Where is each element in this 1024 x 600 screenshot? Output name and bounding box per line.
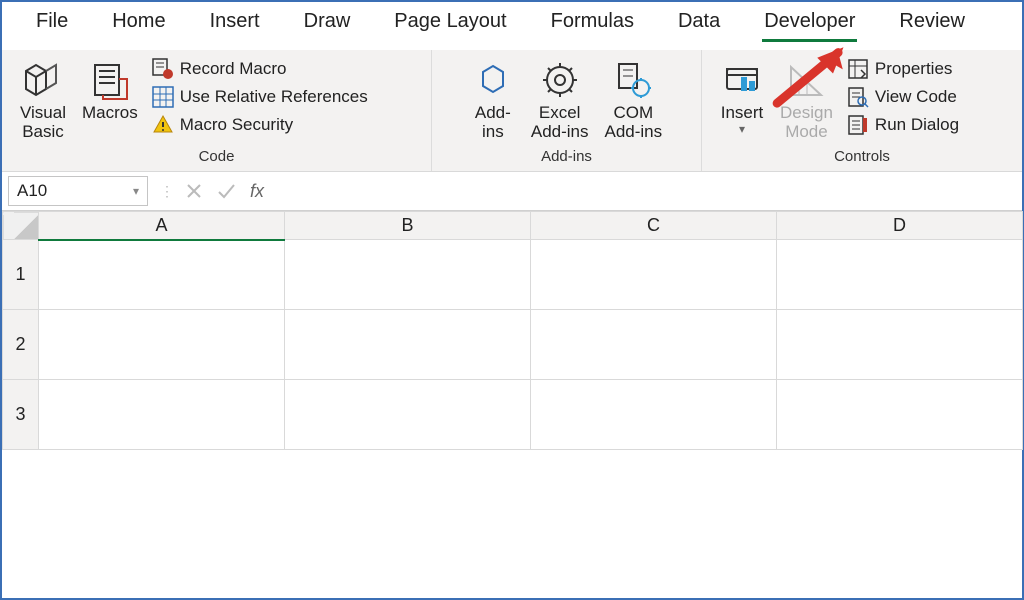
visual-basic-button[interactable]: VisualBasic xyxy=(12,54,74,144)
cell-a1[interactable] xyxy=(39,240,285,310)
visual-basic-label1: Visual xyxy=(20,104,66,123)
cell-b1[interactable] xyxy=(285,240,531,310)
column-header-c[interactable]: C xyxy=(531,212,777,240)
view-code-icon xyxy=(847,86,869,108)
excel-addins-icon xyxy=(538,58,582,102)
formula-bar: A10 ▾ ⋮ fx xyxy=(2,172,1022,211)
run-dialog-icon xyxy=(847,114,869,136)
com-addins-label1: COM xyxy=(605,104,663,123)
cell-b3[interactable] xyxy=(285,380,531,450)
separator-icon: ⋮ xyxy=(160,177,168,205)
ribbon: VisualBasic Macros Record Macro xyxy=(2,50,1022,172)
column-header-d[interactable]: D xyxy=(777,212,1023,240)
group-code: VisualBasic Macros Record Macro xyxy=(2,50,432,171)
addins-icon xyxy=(471,58,515,102)
grid[interactable]: A B C D 1 2 3 xyxy=(2,211,1023,450)
insert-control-button[interactable]: Insert▾ xyxy=(712,54,772,144)
view-code-button[interactable]: View Code xyxy=(847,86,959,108)
record-macro-button[interactable]: Record Macro xyxy=(152,58,368,80)
record-macro-icon xyxy=(152,58,174,80)
macro-security-button[interactable]: Macro Security xyxy=(152,114,368,136)
tab-file[interactable]: File xyxy=(34,10,70,39)
name-box[interactable]: A10 ▾ xyxy=(8,176,148,206)
visual-basic-icon xyxy=(21,58,65,102)
tab-draw[interactable]: Draw xyxy=(302,10,353,39)
run-dialog-button[interactable]: Run Dialog xyxy=(847,114,959,136)
cell-c2[interactable] xyxy=(531,310,777,380)
tab-developer[interactable]: Developer xyxy=(762,10,857,42)
tab-formulas[interactable]: Formulas xyxy=(549,10,636,39)
chevron-down-icon[interactable]: ▾ xyxy=(133,184,139,198)
properties-label: Properties xyxy=(875,59,952,79)
properties-icon xyxy=(847,58,869,80)
relative-references-icon xyxy=(152,86,174,108)
enter-formula-button[interactable] xyxy=(212,177,240,205)
design-mode-label1: Design xyxy=(780,104,833,123)
group-code-label: Code xyxy=(12,144,421,167)
tab-home[interactable]: Home xyxy=(110,10,167,39)
group-addins: Add-ins ExcelAdd-ins COMAdd-ins Add-ins xyxy=(432,50,702,171)
addins-label2: ins xyxy=(475,123,511,142)
group-controls: Insert▾ DesignMode Properties xyxy=(702,50,1022,171)
macro-security-label: Macro Security xyxy=(180,115,293,135)
fx-label[interactable]: fx xyxy=(250,181,264,202)
addins-button[interactable]: Add-ins xyxy=(463,54,523,144)
spreadsheet: A B C D 1 2 3 xyxy=(2,211,1022,450)
cell-a2[interactable] xyxy=(39,310,285,380)
design-mode-icon xyxy=(784,58,828,102)
group-controls-label: Controls xyxy=(712,144,1012,167)
excel-addins-label1: Excel xyxy=(531,104,589,123)
addins-label1: Add- xyxy=(475,104,511,123)
view-code-label: View Code xyxy=(875,87,957,107)
cell-c1[interactable] xyxy=(531,240,777,310)
cell-b2[interactable] xyxy=(285,310,531,380)
com-addins-label2: Add-ins xyxy=(605,123,663,142)
cell-a3[interactable] xyxy=(39,380,285,450)
cell-c3[interactable] xyxy=(531,380,777,450)
column-header-a[interactable]: A xyxy=(39,212,285,240)
ribbon-tabs: File Home Insert Draw Page Layout Formul… xyxy=(2,2,1022,50)
design-mode-button[interactable]: DesignMode xyxy=(772,54,841,144)
column-header-b[interactable]: B xyxy=(285,212,531,240)
com-addins-button[interactable]: COMAdd-ins xyxy=(597,54,671,144)
macros-icon xyxy=(88,58,132,102)
insert-control-label: Insert xyxy=(721,104,764,123)
record-macro-label: Record Macro xyxy=(180,59,287,79)
tab-page-layout[interactable]: Page Layout xyxy=(392,10,508,39)
visual-basic-label2: Basic xyxy=(20,123,66,142)
row-header-2[interactable]: 2 xyxy=(3,310,39,380)
row-header-1[interactable]: 1 xyxy=(3,240,39,310)
excel-addins-button[interactable]: ExcelAdd-ins xyxy=(523,54,597,144)
com-addins-icon xyxy=(611,58,655,102)
name-box-value: A10 xyxy=(17,181,47,201)
tab-insert[interactable]: Insert xyxy=(208,10,262,39)
chevron-down-icon: ▾ xyxy=(721,123,764,136)
row-header-3[interactable]: 3 xyxy=(3,380,39,450)
properties-button[interactable]: Properties xyxy=(847,58,959,80)
cell-d1[interactable] xyxy=(777,240,1023,310)
macros-button[interactable]: Macros xyxy=(74,54,146,144)
cell-d2[interactable] xyxy=(777,310,1023,380)
cancel-formula-button[interactable] xyxy=(180,177,208,205)
design-mode-label2: Mode xyxy=(780,123,833,142)
cell-d3[interactable] xyxy=(777,380,1023,450)
formula-input[interactable] xyxy=(274,177,1016,205)
macros-label: Macros xyxy=(82,104,138,123)
tab-data[interactable]: Data xyxy=(676,10,722,39)
run-dialog-label: Run Dialog xyxy=(875,115,959,135)
macro-security-icon xyxy=(152,114,174,136)
insert-control-icon xyxy=(720,58,764,102)
use-relative-references-button[interactable]: Use Relative References xyxy=(152,86,368,108)
excel-addins-label2: Add-ins xyxy=(531,123,589,142)
use-relative-references-label: Use Relative References xyxy=(180,87,368,107)
select-all-corner[interactable] xyxy=(3,212,39,240)
tab-review[interactable]: Review xyxy=(897,10,967,39)
group-addins-label: Add-ins xyxy=(442,144,691,167)
